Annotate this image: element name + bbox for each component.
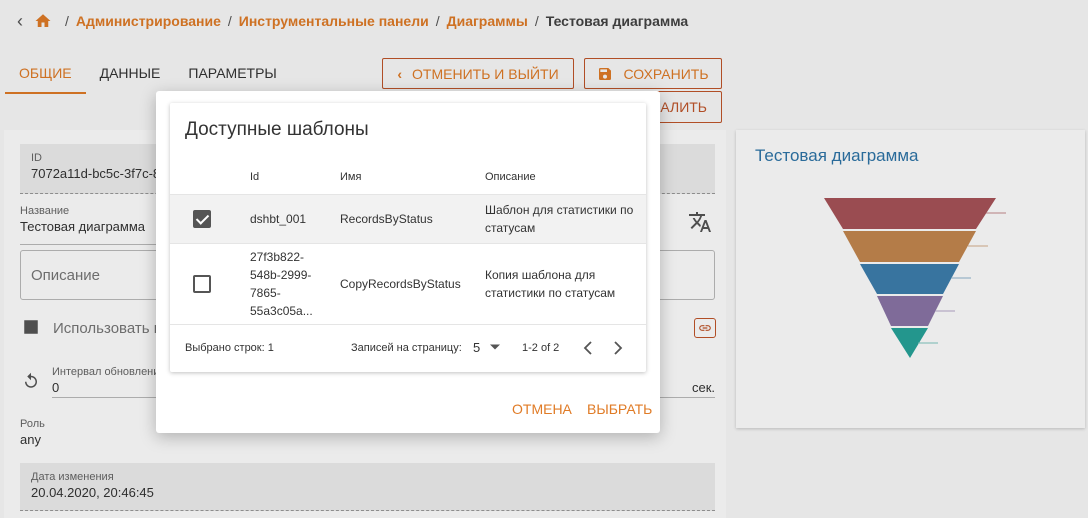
next-page-icon[interactable] — [612, 341, 624, 355]
row-name: RecordsByStatus — [340, 212, 433, 226]
row-id: dshbt_001 — [250, 212, 307, 226]
table-footer: Выбрано строк: 1 Записей на страницу: 5 … — [170, 325, 646, 372]
row-id-line-2: 548b-2999- — [250, 268, 312, 282]
row-id-line-3: 7865- — [250, 286, 281, 300]
row-name: CopyRecordsByStatus — [340, 277, 461, 291]
table-row[interactable]: 27f3b822- 548b-2999- 7865- 55a3c05a... C… — [170, 244, 646, 325]
templates-dialog: Доступные шаблоны Id Имя Описание dshbt_… — [156, 91, 660, 433]
table-row[interactable]: dshbt_001 RecordsByStatus Шаблон для ста… — [170, 195, 646, 244]
dropdown-arrow-icon[interactable] — [490, 344, 500, 350]
column-header-name[interactable]: Имя — [340, 171, 361, 183]
row-id-line-4: 55a3c05a... — [250, 304, 313, 318]
selected-rows-count: Выбрано строк: 1 — [185, 342, 274, 354]
select-button[interactable]: ВЫБРАТЬ — [587, 401, 652, 417]
dialog-actions: ОТМЕНА ВЫБРАТЬ — [156, 391, 660, 427]
row-checkbox[interactable] — [193, 275, 211, 293]
cancel-button[interactable]: ОТМЕНА — [512, 401, 572, 417]
column-header-id[interactable]: Id — [250, 171, 259, 183]
templates-table-card: Доступные шаблоны Id Имя Описание dshbt_… — [170, 103, 646, 372]
rows-per-page-label: Записей на страницу: — [351, 342, 462, 354]
row-checkbox[interactable] — [193, 210, 211, 228]
pagination-range: 1-2 of 2 — [522, 342, 560, 354]
table-header: Id Имя Описание — [170, 159, 646, 195]
rows-per-page-select[interactable]: 5 — [473, 340, 480, 355]
row-description-line-1: Копия шаблона для — [485, 268, 596, 282]
previous-page-icon[interactable] — [582, 341, 594, 355]
row-description-line-1: Шаблон для статистики по — [485, 203, 634, 217]
column-header-description[interactable]: Описание — [485, 171, 536, 183]
dialog-title: Доступные шаблоны — [185, 119, 369, 140]
row-description-line-2: статистики по статусам — [485, 286, 616, 300]
row-id-line-1: 27f3b822- — [250, 250, 305, 264]
row-description-line-2: статусам — [485, 221, 536, 235]
